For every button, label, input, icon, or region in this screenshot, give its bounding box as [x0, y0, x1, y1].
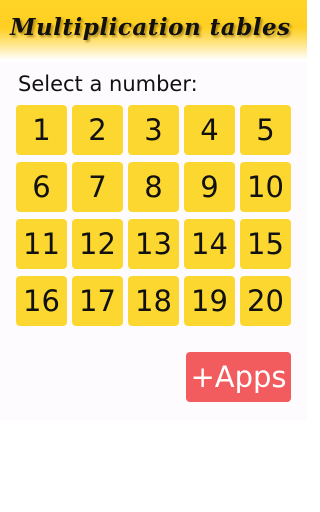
number-button-14[interactable]: 14	[184, 219, 235, 269]
number-button-11[interactable]: 11	[16, 219, 67, 269]
number-button-2[interactable]: 2	[72, 105, 123, 155]
number-button-4[interactable]: 4	[184, 105, 235, 155]
number-button-15[interactable]: 15	[240, 219, 291, 269]
number-button-20[interactable]: 20	[240, 276, 291, 326]
more-apps-button[interactable]: +Apps	[186, 352, 291, 402]
number-button-17[interactable]: 17	[72, 276, 123, 326]
number-button-16[interactable]: 16	[16, 276, 67, 326]
number-button-7[interactable]: 7	[72, 162, 123, 212]
app-screen: Multiplication tables Select a number: 1…	[0, 0, 307, 420]
number-button-19[interactable]: 19	[184, 276, 235, 326]
number-button-13[interactable]: 13	[128, 219, 179, 269]
number-button-6[interactable]: 6	[16, 162, 67, 212]
number-button-18[interactable]: 18	[128, 276, 179, 326]
number-button-9[interactable]: 9	[184, 162, 235, 212]
number-button-1[interactable]: 1	[16, 105, 67, 155]
number-button-3[interactable]: 3	[128, 105, 179, 155]
header-bar: Multiplication tables	[0, 0, 307, 62]
number-button-12[interactable]: 12	[72, 219, 123, 269]
number-button-8[interactable]: 8	[128, 162, 179, 212]
app-title: Multiplication tables	[10, 14, 291, 41]
number-button-5[interactable]: 5	[240, 105, 291, 155]
select-number-prompt: Select a number:	[18, 72, 198, 96]
number-button-10[interactable]: 10	[240, 162, 291, 212]
